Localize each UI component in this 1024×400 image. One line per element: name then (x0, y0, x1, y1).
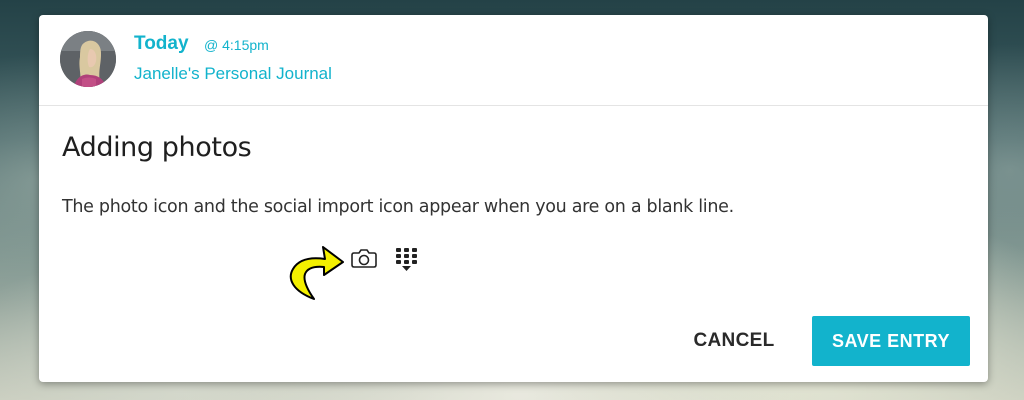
entry-day: Today (134, 33, 189, 54)
entry-time: @ 4:15pm (204, 37, 269, 53)
curved-arrow (289, 246, 344, 300)
entry-header: Today @ 4:15pm Janelle's Personal Journa… (39, 15, 988, 106)
journal-name-link[interactable]: Janelle's Personal Journal (134, 64, 332, 84)
save-entry-button[interactable]: SAVE ENTRY (812, 316, 970, 366)
journal-entry-dialog: Today @ 4:15pm Janelle's Personal Journa… (39, 15, 988, 382)
entry-body[interactable]: The photo icon and the social import ico… (62, 197, 734, 217)
grid-import-icon[interactable] (393, 247, 421, 273)
avatar (60, 31, 116, 87)
avatar-image (60, 31, 116, 87)
entry-title[interactable]: Adding photos (62, 132, 252, 163)
cancel-button[interactable]: CANCEL (689, 327, 779, 355)
camera-icon[interactable] (350, 247, 378, 269)
